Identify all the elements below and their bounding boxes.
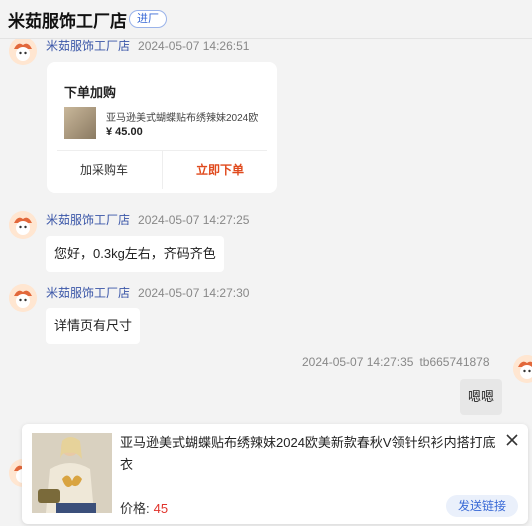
enter-shop-badge[interactable]: 进厂 bbox=[129, 10, 167, 28]
message-time: 2024-05-07 14:27:35 bbox=[302, 355, 414, 369]
message-meta: 米茹服饰工厂店 2024-05-07 14:27:30 bbox=[46, 284, 249, 301]
sender-name[interactable]: 米茹服饰工厂店 bbox=[46, 213, 130, 227]
close-icon[interactable] bbox=[505, 433, 519, 447]
price-row: 价格: 45 bbox=[120, 498, 168, 517]
product-name[interactable]: 亚马逊美式蝴蝶贴布绣辣妹2024欧 bbox=[106, 109, 261, 124]
card-title: 下单加购 bbox=[64, 85, 117, 100]
product-image[interactable] bbox=[32, 433, 112, 513]
shop-avatar[interactable] bbox=[9, 211, 37, 239]
shop-avatar[interactable] bbox=[9, 37, 37, 65]
product-title[interactable]: 亚马逊美式蝴蝶贴布绣辣妹2024欧美新款春秋V领针织衫内搭打底衣 bbox=[120, 432, 502, 476]
send-link-button[interactable]: 发送链接 bbox=[446, 495, 519, 517]
user-avatar[interactable] bbox=[513, 355, 532, 383]
message-time: 2024-05-07 14:26:51 bbox=[138, 39, 250, 53]
order-card: 下单加购 亚马逊美式蝴蝶贴布绣辣妹2024欧 ¥ 45.00 加采购车 立即下单 bbox=[47, 62, 277, 193]
product-link-popup: 亚马逊美式蝴蝶贴布绣辣妹2024欧美新款春秋V领针织衫内搭打底衣 价格: 45 发… bbox=[22, 424, 528, 524]
sender-name[interactable]: 米茹服饰工厂店 bbox=[46, 286, 130, 300]
user-id: tb665741878 bbox=[419, 355, 490, 369]
message-bubble: 嗯嗯 bbox=[460, 379, 503, 415]
add-to-cart-button[interactable]: 加采购车 bbox=[47, 151, 161, 189]
buy-now-button[interactable]: 立即下单 bbox=[163, 151, 277, 189]
product-price: ¥ 45.00 bbox=[106, 126, 143, 138]
message-time: 2024-05-07 14:27:30 bbox=[138, 286, 250, 300]
message-bubble: 详情页有尺寸 bbox=[46, 308, 141, 344]
price-label: 价格: bbox=[120, 501, 150, 516]
message-bubble: 您好，0.3kg左右，齐码齐色 bbox=[46, 236, 224, 272]
message-meta: 米茹服饰工厂店 2024-05-07 14:27:25 bbox=[46, 211, 249, 228]
shop-title: 米茹服饰工厂店 bbox=[8, 12, 127, 31]
shop-avatar[interactable] bbox=[9, 284, 37, 312]
sender-name[interactable]: 米茹服饰工厂店 bbox=[46, 39, 130, 53]
chat-header: 米茹服饰工厂店 进厂 bbox=[0, 0, 532, 39]
product-thumbnail[interactable] bbox=[64, 107, 96, 139]
price-value: 45 bbox=[153, 501, 169, 516]
message-time: 2024-05-07 14:27:25 bbox=[138, 213, 250, 227]
message-meta: 2024-05-07 14:27:35 tb665741878 bbox=[302, 355, 490, 369]
message-meta: 米茹服饰工厂店 2024-05-07 14:26:51 bbox=[46, 37, 249, 54]
